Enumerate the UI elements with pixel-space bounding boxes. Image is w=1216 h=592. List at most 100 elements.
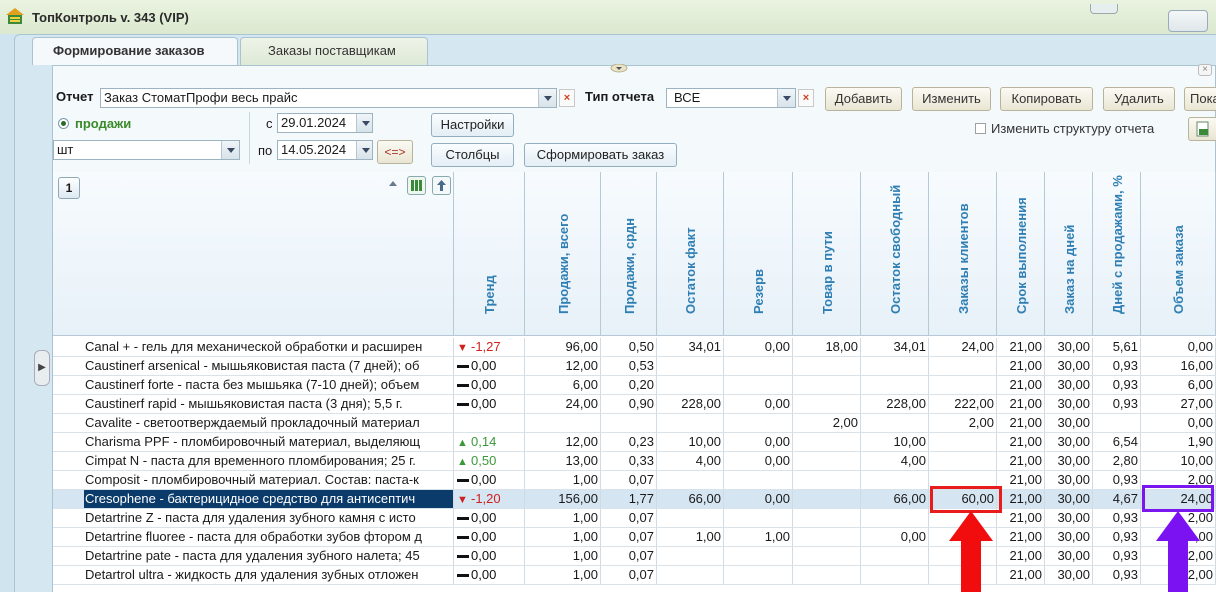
table-row[interactable]: Charisma PPF - пломбировочный материал, … [53,433,1216,452]
column-header[interactable]: Продажи, всего [525,172,601,336]
value-cell: 30,00 [1045,433,1093,451]
calendar-dropdown-icon[interactable] [356,114,372,132]
sales-radio[interactable] [58,118,69,129]
table-row[interactable]: Caustinerf forte - паста без мышьяка (7-… [53,376,1216,395]
trend-cell: 0,00 [454,471,525,489]
column-header[interactable]: Заказ на дней [1045,172,1093,336]
table-row[interactable]: Composit - пломбировочный материал. Сост… [53,471,1216,490]
table-row[interactable]: Detartrine fluoree - паста для обработки… [53,528,1216,547]
collapse-panel-icon[interactable] [610,64,628,74]
column-header[interactable]: Товар в пути [793,172,861,336]
to-date-field[interactable]: 14.05.2024 [277,140,373,160]
clear-report-type-icon[interactable]: × [798,89,814,107]
column-header[interactable]: Дней с продажами, % [1093,172,1141,336]
trend-up-icon: ▲ [457,456,468,468]
value-cell: 30,00 [1045,414,1093,432]
column-header[interactable]: Остаток факт [657,172,724,336]
delete-button[interactable]: Удалить [1103,87,1175,111]
columns-button[interactable]: Столбцы [431,143,514,167]
value-cell [793,376,861,394]
show-button[interactable]: Пока [1184,87,1216,111]
chevron-down-icon[interactable] [777,89,795,107]
table-row[interactable]: Canal + - гель для механической обработк… [53,338,1216,357]
value-cell: 16,00 [1141,357,1216,375]
value-cell: 96,00 [525,338,601,356]
table-row[interactable]: Detartrine Z - паста для удаления зубног… [53,509,1216,528]
value-cell [861,376,929,394]
value-cell: 1,00 [525,566,601,584]
value-cell [724,566,793,584]
column-header[interactable]: Резерв [724,172,793,336]
minimize-button[interactable] [1090,4,1118,14]
copy-button[interactable]: Копировать [1000,87,1093,111]
value-cell: 21,00 [997,338,1045,356]
value-cell [793,395,861,413]
side-expand-handle[interactable]: ▶ [34,350,50,386]
clear-report-icon[interactable]: × [559,89,575,107]
app-logo-icon [6,8,24,24]
table-row[interactable]: Detartrol ultra - жидкость для удаления … [53,566,1216,585]
value-cell: 34,01 [861,338,929,356]
close-panel-icon[interactable]: × [1198,64,1212,76]
product-name-cell: Cresophene - бактерицидное средство для … [84,490,454,508]
export-excel-button[interactable] [1188,117,1216,141]
sort-up-icon[interactable] [432,176,451,195]
divider [249,112,250,164]
value-cell [929,357,997,375]
column-header-label: Продажи, всего [555,213,571,314]
sort-asc-icon[interactable] [389,181,397,186]
table-row[interactable]: Caustinerf arsenical - мышьяковистая пас… [53,357,1216,376]
column-header[interactable]: Объем заказа [1141,172,1216,336]
group-level-badge[interactable]: 1 [58,177,80,199]
trend-cell: 0,00 [454,395,525,413]
value-cell: 21,00 [997,452,1045,470]
value-cell: 30,00 [1045,357,1093,375]
table-row[interactable]: Cresophene - бактерицидное средство для … [53,490,1216,509]
columns-chooser-icon[interactable] [407,176,426,195]
change-structure-checkbox[interactable] [975,123,986,134]
column-header[interactable]: Остаток свободный [861,172,929,336]
unit-select[interactable]: шт [53,140,240,160]
product-name-cell: Cavalite - светоотверждаемый прокладочны… [84,414,454,432]
value-cell: 2,80 [1093,452,1141,470]
value-cell: 30,00 [1045,395,1093,413]
form-order-button[interactable]: Сформировать заказ [524,143,677,167]
column-header[interactable]: Срок выполнения [997,172,1045,336]
table-row[interactable]: Caustinerf rapid - мышьяковистая паста (… [53,395,1216,414]
value-cell: 0,93 [1093,528,1141,546]
column-header-label: Продажи, срдн [621,218,637,314]
chevron-down-icon[interactable] [221,141,239,159]
table-row[interactable]: Cimpat N - паста для временного пломбиро… [53,452,1216,471]
trend-flat-icon [457,384,469,388]
value-cell: 1,00 [525,547,601,565]
value-cell: 24,00 [525,395,601,413]
swap-dates-button[interactable]: <=> [377,140,413,164]
from-date-field[interactable]: 29.01.2024 [277,113,373,133]
table-row[interactable]: Detartrine pate - паста для удаления зуб… [53,547,1216,566]
value-cell [861,566,929,584]
report-type-select[interactable]: ВСЕ [666,88,796,108]
report-select[interactable]: Заказ СтоматПрофи весь прайс [100,88,557,108]
value-cell [657,471,724,489]
column-header[interactable]: Заказы клиентов [929,172,997,336]
tab-supplier-orders[interactable]: Заказы поставщикам [240,37,428,65]
trend-cell: 0,00 [454,566,525,584]
value-cell: 0,00 [724,338,793,356]
trend-cell: ▲ 0,50 [454,452,525,470]
product-name-cell: Caustinerf arsenical - мышьяковистая пас… [84,357,454,375]
column-header[interactable]: Продажи, срдн [601,172,657,336]
restore-button[interactable] [1168,10,1208,32]
value-cell: 13,00 [525,452,601,470]
value-cell [929,452,997,470]
chevron-down-icon[interactable] [538,89,556,107]
settings-button[interactable]: Настройки [431,113,514,137]
tab-order-formation[interactable]: Формирование заказов [32,37,238,65]
value-cell: 21,00 [997,395,1045,413]
name-column-header[interactable] [53,172,454,336]
edit-button[interactable]: Изменить [912,87,991,111]
column-header[interactable]: Тренд [454,172,525,336]
calendar-dropdown-icon[interactable] [356,141,372,159]
table-row[interactable]: Cavalite - светоотверждаемый прокладочны… [53,414,1216,433]
add-button[interactable]: Добавить [825,87,902,111]
trend-flat-icon [457,403,469,407]
